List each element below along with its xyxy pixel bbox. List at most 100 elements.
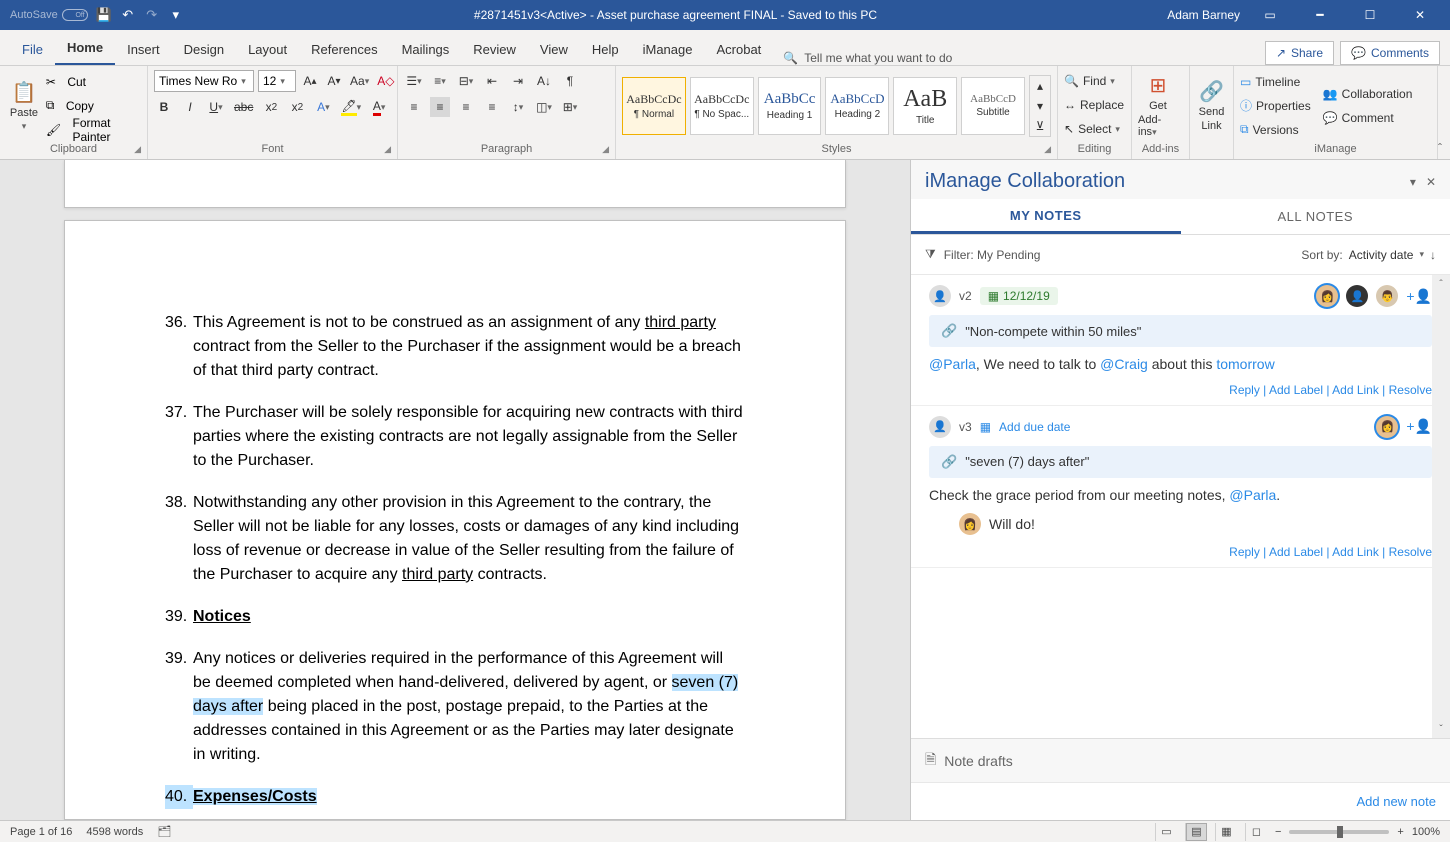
shading-button[interactable]: ◫▾ <box>534 97 554 117</box>
font-color-button[interactable]: A▾ <box>369 97 389 117</box>
page-indicator[interactable]: Page 1 of 16 <box>10 826 72 838</box>
share-button[interactable]: ↗Share <box>1265 41 1334 65</box>
word-count[interactable]: 4598 words <box>86 826 143 838</box>
align-center-button[interactable]: ≡ <box>430 97 450 117</box>
sort-button[interactable]: A↓ <box>534 71 554 91</box>
add-new-note-link[interactable]: Add new note <box>1356 794 1436 809</box>
change-case-button[interactable]: Aa▾ <box>348 71 371 91</box>
underline-button[interactable]: U▾ <box>206 97 226 117</box>
mention[interactable]: @Parla <box>929 356 976 372</box>
collapse-ribbon-button[interactable]: ˆ <box>1438 66 1450 159</box>
focus-mode-button[interactable]: ◻ <box>1245 823 1267 841</box>
add-link-link[interactable]: Add Link <box>1332 545 1379 559</box>
zoom-level[interactable]: 100% <box>1412 826 1440 838</box>
shrink-font-button[interactable]: A▾ <box>324 71 344 91</box>
qat-customize-icon[interactable]: ▾ <box>168 7 184 23</box>
numbering-button[interactable]: ≡▾ <box>430 71 450 91</box>
collaboration-button[interactable]: 👥Collaboration <box>1323 83 1413 105</box>
decrease-indent-button[interactable]: ⇤ <box>482 71 502 91</box>
undo-icon[interactable]: ↶ <box>120 7 136 23</box>
subscript-button[interactable]: x2 <box>261 97 281 117</box>
style-title[interactable]: AaBTitle <box>893 77 957 135</box>
find-button[interactable]: 🔍Find ▾ <box>1064 70 1115 92</box>
filter-label[interactable]: Filter: My Pending <box>944 248 1041 262</box>
scroll-down-icon[interactable]: ˇ <box>1432 720 1450 738</box>
bullets-button[interactable]: ☰▾ <box>404 71 424 91</box>
sort-value[interactable]: Activity date <box>1349 248 1414 262</box>
note-quote[interactable]: 🔗"seven (7) days after" <box>929 446 1432 478</box>
maximize-button[interactable]: ☐ <box>1350 0 1390 30</box>
replace-button[interactable]: ↔Replace <box>1064 94 1124 116</box>
styles-expand[interactable]: ⊻ <box>1030 116 1050 136</box>
minimize-button[interactable]: ━ <box>1300 0 1340 30</box>
increase-indent-button[interactable]: ⇥ <box>508 71 528 91</box>
style-subtitle[interactable]: AaBbCcDSubtitle <box>961 77 1025 135</box>
tab-view[interactable]: View <box>528 34 580 65</box>
clear-formatting-button[interactable]: A◇ <box>375 71 396 91</box>
tab-design[interactable]: Design <box>172 34 236 65</box>
resolve-link[interactable]: Resolve <box>1389 383 1432 397</box>
due-date-pill[interactable]: ▦12/12/19 <box>980 287 1058 305</box>
note-quote[interactable]: 🔗"Non-compete within 50 miles" <box>929 315 1432 347</box>
tab-my-notes[interactable]: MY NOTES <box>911 199 1181 234</box>
close-button[interactable]: ✕ <box>1400 0 1440 30</box>
tell-me-search[interactable]: 🔍 Tell me what you want to do <box>783 51 952 65</box>
align-right-button[interactable]: ≡ <box>456 97 476 117</box>
tab-home[interactable]: Home <box>55 32 115 65</box>
tab-all-notes[interactable]: ALL NOTES <box>1181 199 1450 234</box>
redo-icon[interactable]: ↷ <box>144 7 160 23</box>
dialog-launcher-icon[interactable]: ◢ <box>602 141 609 157</box>
style-heading1[interactable]: AaBbCcHeading 1 <box>758 77 822 135</box>
zoom-slider[interactable] <box>1289 830 1389 834</box>
add-label-link[interactable]: Add Label <box>1269 383 1323 397</box>
paste-button[interactable]: 📋 Paste ▾ <box>6 72 42 140</box>
line-spacing-button[interactable]: ↕▾ <box>508 97 528 117</box>
dialog-launcher-icon[interactable]: ◢ <box>1044 141 1051 157</box>
add-link-link[interactable]: Add Link <box>1332 383 1379 397</box>
display-options-icon[interactable]: ▭ <box>1250 0 1290 30</box>
show-marks-button[interactable]: ¶ <box>560 71 580 91</box>
document-area[interactable]: 36.This Agreement is not to be construed… <box>0 160 910 820</box>
send-link-button[interactable]: 🔗SendLink <box>1196 72 1227 140</box>
font-name-combo[interactable]: Times New Ro▾ <box>154 70 254 92</box>
multilevel-button[interactable]: ⊟▾ <box>456 71 476 91</box>
tab-file[interactable]: File <box>10 34 55 65</box>
chevron-down-icon[interactable]: ▾ <box>1419 249 1424 260</box>
reply-link[interactable]: Reply <box>1229 545 1260 559</box>
strikethrough-button[interactable]: abc <box>232 97 255 117</box>
reply-link[interactable]: Reply <box>1229 383 1260 397</box>
add-label-link[interactable]: Add Label <box>1269 545 1323 559</box>
mention[interactable]: @Craig <box>1100 356 1148 372</box>
highlight-button[interactable]: 🖊▾ <box>339 97 363 117</box>
select-button[interactable]: ↖Select▾ <box>1064 118 1120 140</box>
account-name[interactable]: Adam Barney <box>1167 8 1240 22</box>
filter-icon[interactable]: ⧩ <box>925 247 936 262</box>
scroll-up-icon[interactable]: ˆ <box>1432 275 1450 293</box>
copy-button[interactable]: ⧉ Copy <box>46 95 141 117</box>
autosave-toggle[interactable]: AutoSave Off <box>10 9 88 21</box>
bold-button[interactable]: B <box>154 97 174 117</box>
tab-imanage[interactable]: iManage <box>631 34 705 65</box>
timeline-button[interactable]: ▭Timeline <box>1240 71 1311 93</box>
document-page[interactable]: 36.This Agreement is not to be construed… <box>64 220 846 820</box>
tab-references[interactable]: References <box>299 34 389 65</box>
tab-insert[interactable]: Insert <box>115 34 172 65</box>
panel-menu-icon[interactable]: ▾ <box>1410 175 1416 189</box>
mention-date[interactable]: tomorrow <box>1216 356 1274 372</box>
styles-scroll-up[interactable]: ▴ <box>1030 76 1050 96</box>
tab-review[interactable]: Review <box>461 34 528 65</box>
proofing-icon[interactable]: 🗂 <box>157 825 171 838</box>
cut-button[interactable]: ✂ Cut <box>46 71 141 93</box>
style-nospacing[interactable]: AaBbCcDc¶ No Spac... <box>690 77 754 135</box>
grow-font-button[interactable]: A▴ <box>300 71 320 91</box>
get-addins-button[interactable]: ⊞GetAdd-ins▾ <box>1138 72 1178 140</box>
mention[interactable]: @Parla <box>1229 487 1276 503</box>
tab-layout[interactable]: Layout <box>236 34 299 65</box>
tab-help[interactable]: Help <box>580 34 631 65</box>
tab-mailings[interactable]: Mailings <box>390 34 462 65</box>
properties-button[interactable]: ⓘProperties <box>1240 95 1311 117</box>
dialog-launcher-icon[interactable]: ◢ <box>134 141 141 157</box>
panel-scrollbar[interactable]: ˆ ˇ <box>1432 275 1450 738</box>
save-icon[interactable]: 💾 <box>96 7 112 23</box>
font-size-combo[interactable]: 12▾ <box>258 70 296 92</box>
